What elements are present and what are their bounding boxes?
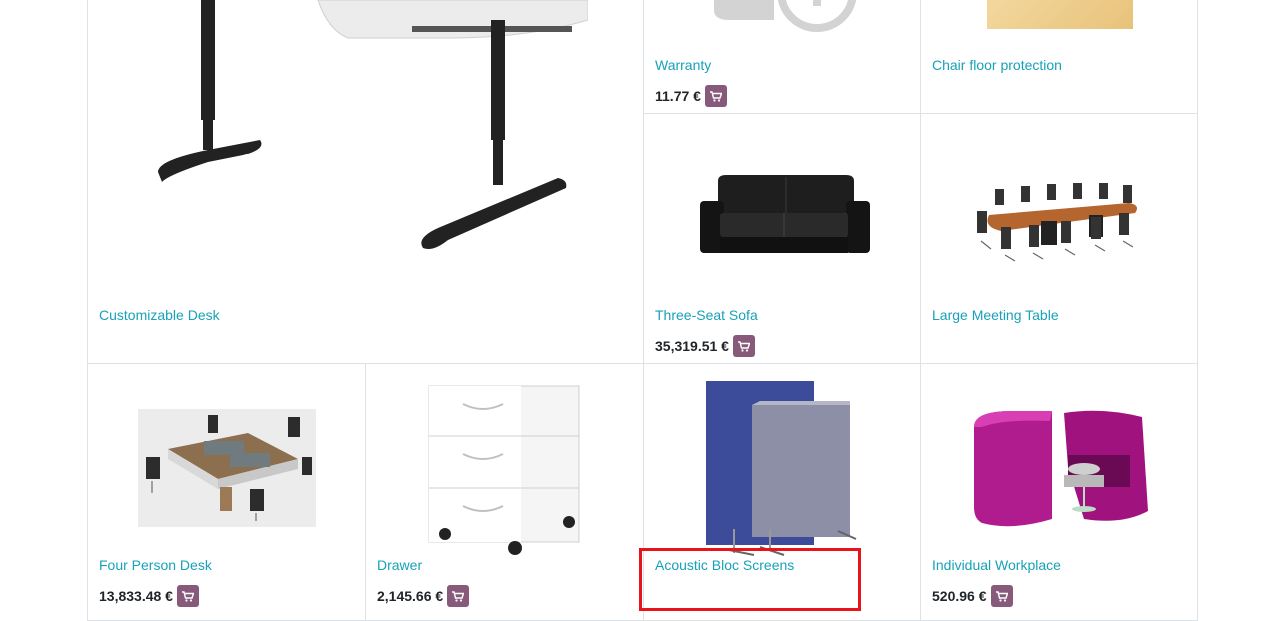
product-name-warranty[interactable]: Warranty: [655, 57, 711, 73]
customizable-desk-image[interactable]: [148, 0, 588, 270]
product-name-large-meeting-table[interactable]: Large Meeting Table: [932, 307, 1059, 323]
product-name-customizable-desk[interactable]: Customizable Desk: [99, 307, 220, 323]
large-meeting-table-image[interactable]: [971, 183, 1147, 263]
add-to-cart-button-three-seat-sofa[interactable]: [732, 335, 755, 357]
shopping-cart-icon: [737, 340, 750, 352]
product-name-four-person-desk[interactable]: Four Person Desk: [99, 557, 212, 573]
shopping-cart-icon: [709, 90, 722, 102]
price-row-four-person-desk: 13,833.48 €: [99, 585, 199, 607]
chair-floor-protection-image[interactable]: [987, 0, 1133, 29]
add-to-cart-button-four-person-desk[interactable]: [176, 585, 199, 607]
price-row-three-seat-sofa: 35,319.51 €: [655, 335, 755, 357]
product-price-four-person-desk: 13,833.48 €: [99, 588, 173, 604]
shopping-cart-icon: [452, 590, 465, 602]
add-to-cart-button-individual-workplace[interactable]: [990, 585, 1013, 607]
add-to-cart-button-warranty[interactable]: [704, 85, 727, 107]
product-card-drawer: Drawer 2,145.66 €: [365, 363, 644, 621]
individual-workplace-image[interactable]: [972, 407, 1150, 531]
product-card-four-person-desk: Four Person Desk 13,833.48 €: [87, 363, 366, 621]
acoustic-bloc-screens-image[interactable]: [704, 379, 864, 559]
product-name-chair-floor-protection[interactable]: Chair floor protection: [932, 57, 1062, 73]
product-name-drawer[interactable]: Drawer: [377, 557, 422, 573]
price-row-drawer: 2,145.66 €: [377, 585, 470, 607]
product-name-acoustic-bloc-screens[interactable]: Acoustic Bloc Screens: [655, 557, 794, 573]
price-row-warranty: 11.77 €: [655, 85, 727, 107]
shopping-cart-icon: [995, 590, 1008, 602]
product-card-three-seat-sofa: Three-Seat Sofa 35,319.51 €: [643, 113, 921, 364]
product-card-customizable-desk: Customizable Desk: [87, 0, 644, 364]
warranty-image[interactable]: [704, 0, 864, 35]
four-person-desk-image[interactable]: [138, 409, 316, 527]
product-price-three-seat-sofa: 35,319.51 €: [655, 338, 729, 354]
product-card-individual-workplace: Individual Workplace 520.96 €: [920, 363, 1198, 621]
shopping-cart-icon: [181, 590, 194, 602]
drawer-image[interactable]: [423, 380, 589, 558]
product-name-three-seat-sofa[interactable]: Three-Seat Sofa: [655, 307, 758, 323]
add-to-cart-button-drawer[interactable]: [447, 585, 470, 607]
product-card-large-meeting-table: Large Meeting Table: [920, 113, 1198, 364]
product-price-individual-workplace: 520.96 €: [932, 588, 987, 604]
product-price-warranty: 11.77 €: [655, 88, 701, 104]
product-card-warranty: Warranty 11.77 €: [643, 0, 921, 114]
three-seat-sofa-image[interactable]: [696, 173, 872, 263]
price-row-individual-workplace: 520.96 €: [932, 585, 1013, 607]
product-card-chair-floor-protection: Chair floor protection: [920, 0, 1198, 114]
product-card-acoustic-bloc-screens: Acoustic Bloc Screens: [643, 363, 921, 621]
product-price-drawer: 2,145.66 €: [377, 588, 444, 604]
product-grid: Customizable Desk Warranty 11.77 € Chair…: [87, 0, 1198, 621]
product-name-individual-workplace[interactable]: Individual Workplace: [932, 557, 1061, 573]
